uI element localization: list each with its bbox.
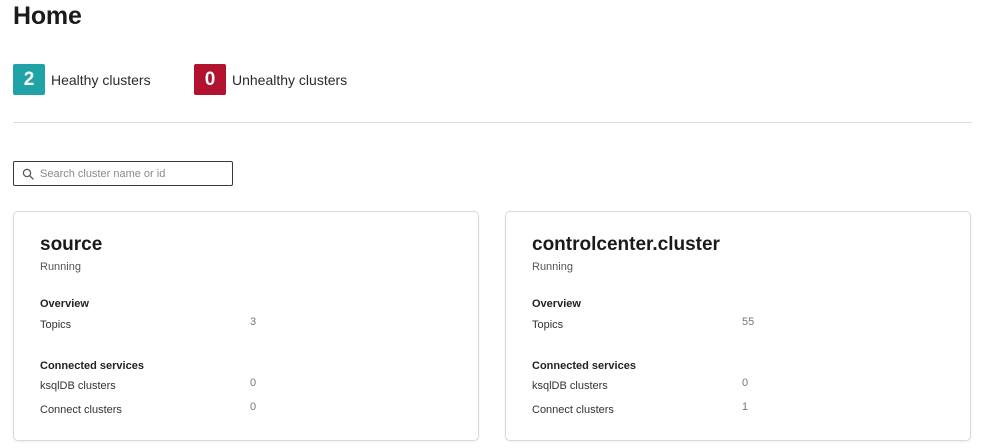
page-title: Home [13,2,82,30]
ksqldb-clusters-value: 0 [742,377,749,389]
unhealthy-clusters-label: Unhealthy clusters [232,71,348,88]
ksqldb-clusters-label: ksqlDB clusters [40,380,116,392]
connect-clusters-label: Connect clusters [532,404,614,416]
search-icon [21,167,35,181]
connected-services-heading: Connected services [532,360,636,372]
overview-heading: Overview [40,298,89,310]
cluster-name[interactable]: source [40,234,102,256]
cluster-status: Running [532,261,573,273]
cluster-card-controlcenter[interactable]: controlcenter.cluster Running Overview T… [505,211,971,441]
search-input[interactable] [40,167,220,180]
topics-value: 3 [250,316,257,328]
ksqldb-clusters-label: ksqlDB clusters [532,380,608,392]
connect-clusters-value: 1 [742,401,749,413]
unhealthy-clusters-stat: 0 Unhealthy clusters [194,64,347,95]
section-divider [13,122,972,123]
healthy-clusters-stat: 2 Healthy clusters [13,64,151,95]
cluster-card-source[interactable]: source Running Overview Topics 3 Connect… [13,211,479,441]
connect-clusters-label: Connect clusters [40,404,122,416]
connected-services-heading: Connected services [40,360,144,372]
cluster-name[interactable]: controlcenter.cluster [532,234,720,256]
topics-label: Topics [40,319,72,331]
topics-value: 55 [742,316,755,328]
healthy-count-badge: 2 [13,64,45,95]
connect-clusters-value: 0 [250,401,257,413]
overview-heading: Overview [532,298,581,310]
search-box[interactable] [13,161,233,186]
unhealthy-count-badge: 0 [194,64,226,95]
ksqldb-clusters-value: 0 [250,377,257,389]
cluster-status: Running [40,261,81,273]
topics-label: Topics [532,319,564,331]
healthy-clusters-label: Healthy clusters [51,71,151,88]
